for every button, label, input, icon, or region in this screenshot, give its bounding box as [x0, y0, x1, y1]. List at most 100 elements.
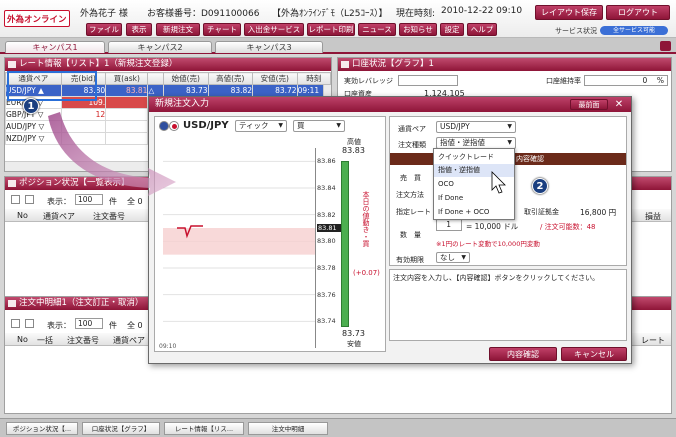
col-ask[interactable]: 買(ask)	[105, 72, 149, 85]
col-batch[interactable]: 一括	[37, 335, 53, 346]
col-no[interactable]: No	[17, 335, 28, 344]
display-count-stepper[interactable]: 100	[75, 194, 103, 205]
col-pnl[interactable]: 損益	[645, 211, 661, 222]
down-arrow-icon: ▽	[38, 122, 45, 131]
menu-new-order[interactable]: 新規注文	[156, 23, 200, 36]
y-tick-label: 83.82	[317, 210, 336, 219]
pair-name: NZD/JPY	[6, 134, 37, 143]
table-row[interactable]: USD/JPY ▲ 83.80 83.81 △ 83.73 83.82 83.7…	[5, 84, 332, 97]
col-high[interactable]: 高値(売)	[207, 72, 254, 85]
pin-front-button[interactable]: 最前面	[570, 99, 608, 110]
menu-help[interactable]: ヘルプ	[467, 23, 497, 36]
filter-checkbox[interactable]	[25, 319, 34, 328]
display-count-stepper[interactable]: 100	[75, 318, 103, 329]
change-mark: △	[147, 84, 165, 97]
dialog-pair-name: USD/JPY	[183, 120, 229, 131]
col-rate[interactable]: レート	[641, 335, 665, 346]
col-pair[interactable]: 通貨ペア	[43, 211, 75, 222]
window-icon	[8, 300, 16, 307]
menu-file[interactable]: ファイル	[86, 23, 122, 36]
order-type-dropdown[interactable]: クイックトレード 指値・逆指値 OCO If Done If Done + OC…	[433, 148, 515, 220]
bid-value[interactable]: 83.80	[60, 84, 107, 97]
menu-notice[interactable]: お知らせ	[399, 23, 437, 36]
amount-unit: = 10,000 ドル	[466, 222, 519, 231]
expiry-select[interactable]: なし ▼	[436, 252, 470, 263]
leverage-value	[398, 75, 458, 86]
y-tick-label: 83.80	[317, 237, 336, 246]
amount-stepper[interactable]: 1	[436, 219, 462, 231]
order-type-label: 注文種類	[398, 141, 426, 149]
ask-value[interactable]: 83.81	[105, 84, 149, 97]
current-price-marker: 83.81	[317, 224, 341, 232]
minimized-order-tab[interactable]: 注文中明細	[248, 422, 328, 435]
cancel-button[interactable]: キャンセル	[561, 347, 627, 361]
layout-save-button[interactable]: レイアウト保存	[535, 5, 603, 20]
select-all-checkbox[interactable]	[11, 195, 20, 204]
menu-settings[interactable]: 設定	[440, 23, 464, 36]
daily-range-bar	[341, 161, 349, 327]
daily-change-value: (+0.07)	[353, 269, 380, 277]
menu-chart[interactable]: チャート	[203, 23, 241, 36]
ask-value[interactable]	[105, 96, 149, 109]
limit-rate-label: 指定レート	[396, 208, 431, 216]
chart-type-select[interactable]: ティック ▼	[235, 120, 287, 132]
window-icon	[8, 180, 16, 187]
close-icon[interactable]: ✕	[612, 98, 626, 111]
canvas-menu-icon[interactable]	[660, 41, 671, 51]
filter-checkbox[interactable]	[25, 195, 34, 204]
minimized-rate-tab[interactable]: レート情報【リス...	[164, 422, 244, 435]
menu-report-print[interactable]: レポート印刷	[307, 23, 355, 36]
rate-panel-title: レート情報【リスト】1（新規注文登録）	[5, 58, 331, 71]
tab-canvas-2[interactable]: キャンパス2	[108, 41, 212, 53]
amount-label: 数 量	[400, 231, 421, 239]
app-header: 外為オンライン 外為花子 様 お客様番号：D091100066 【外為ｵﾝﾗｲﾝ…	[0, 0, 676, 38]
y-axis-line	[315, 148, 316, 348]
menu-deposit-withdrawal[interactable]: 入出金サービス	[244, 23, 304, 36]
y-tick-label: 83.86	[317, 157, 336, 166]
col-order-no[interactable]: 注文番号	[93, 211, 125, 222]
confirm-button[interactable]: 内容確認	[489, 347, 557, 361]
option-oco[interactable]: OCO	[434, 178, 514, 191]
daily-change-text: 本日の値動き・買	[362, 191, 370, 247]
dialog-title: 新規注文入力	[149, 97, 631, 112]
option-quick-trade[interactable]: クイックトレード	[434, 151, 514, 164]
new-order-dialog: 新規注文入力 最前面 ✕ USD/JPY ティック ▼ 買 ▼ 高値 83.83 8…	[148, 96, 632, 364]
col-open[interactable]: 始値(売)	[163, 72, 209, 85]
col-no[interactable]: No	[17, 211, 28, 220]
pair-select[interactable]: USD/JPY ▼	[436, 121, 516, 133]
down-arrow-icon: ▽	[38, 134, 45, 143]
instruction-message: 注文内容を入力し、【内容確認】ボタンをクリックしてください。	[389, 269, 627, 341]
option-if-done[interactable]: If Done	[434, 192, 514, 205]
count-suffix: 件	[109, 321, 117, 330]
account-panel-title: 口座状況【グラフ】1	[338, 58, 671, 71]
expiry-label: 有効期限	[396, 256, 424, 264]
menu-news[interactable]: ニュース	[358, 23, 396, 36]
option-if-done-oco[interactable]: If Done + OCO	[434, 206, 514, 219]
option-limit-stop[interactable]: 指値・逆指値	[434, 164, 514, 177]
low-value: 83.72	[252, 84, 298, 97]
open-value: 83.73	[163, 84, 209, 97]
bid-value[interactable]: 109.	[60, 96, 107, 109]
bid-value[interactable]: 12	[60, 108, 107, 121]
margin-label: 取引証拠金	[524, 208, 559, 216]
col-low[interactable]: 安値(売)	[252, 72, 298, 85]
step-badge-1: 1	[23, 98, 39, 114]
low-value: 83.73	[342, 329, 365, 338]
col-order-no[interactable]: 注文番号	[67, 335, 99, 346]
pair-name: USD/JPY	[6, 86, 36, 95]
minimized-position-tab[interactable]: ポジション状況【...	[6, 422, 78, 435]
col-bid[interactable]: 売(bid)	[60, 72, 107, 85]
minimized-account-tab[interactable]: 口座状況【グラフ】	[82, 422, 160, 435]
col-time[interactable]: 時刻	[296, 72, 332, 85]
select-all-checkbox[interactable]	[11, 319, 20, 328]
maintenance-value: 0 %	[584, 75, 668, 86]
menu-view[interactable]: 表示	[126, 23, 152, 36]
tab-canvas-1[interactable]: キャンパス1	[5, 41, 105, 53]
tab-canvas-3[interactable]: キャンパス3	[215, 41, 323, 53]
col-pair[interactable]: 通貨ペア	[5, 72, 62, 85]
jp-flag-icon	[169, 121, 179, 131]
canvas-tab-bar: キャンパス1 キャンパス2 キャンパス3	[0, 38, 676, 54]
col-pair[interactable]: 通貨ペア	[113, 335, 145, 346]
logout-button[interactable]: ログアウト	[606, 5, 670, 20]
minimized-window-bar: ポジション状況【... 口座状況【グラフ】 レート情報【リス... 注文中明細	[0, 418, 676, 437]
